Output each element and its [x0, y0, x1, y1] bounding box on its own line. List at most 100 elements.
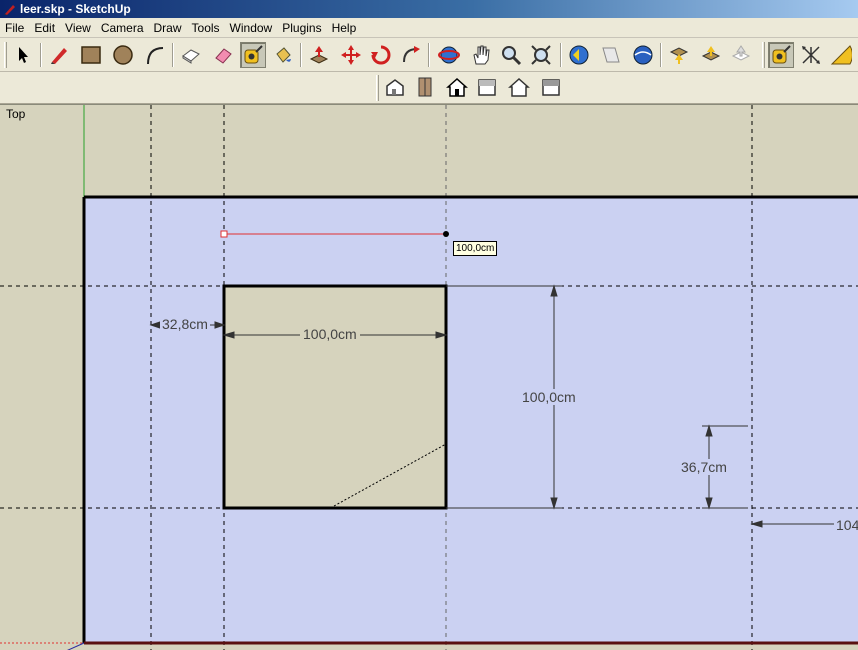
select-tool-button[interactable] [10, 42, 36, 68]
paint-bucket-icon [276, 47, 291, 63]
previous-view-button[interactable] [566, 42, 592, 68]
pencil-icon [51, 48, 67, 64]
drawing-viewport[interactable]: Top 100,0cm 32,8cm 100,0cm 100,0cm 36,7c… [0, 104, 858, 650]
dimension-tool-button[interactable] [798, 42, 824, 68]
next-view-button[interactable] [598, 42, 624, 68]
previous-view-icon [569, 45, 589, 65]
make-component-button[interactable] [178, 42, 204, 68]
toolbar-separator [40, 43, 42, 67]
iso-view-icon [386, 79, 404, 96]
front-view-icon [446, 77, 468, 97]
menu-tools[interactable]: Tools [187, 18, 225, 38]
rectangle-icon [81, 46, 101, 64]
push-pull-tool-button[interactable] [306, 42, 332, 68]
tape-measure-icon [244, 45, 263, 64]
share-model-button[interactable] [698, 42, 724, 68]
model-scene[interactable] [0, 105, 858, 650]
follow-me-icon [403, 46, 420, 63]
tape-measure-small-icon [772, 45, 791, 64]
title-bar: leer.skp - SketchUp [0, 0, 858, 18]
zoom-icon [502, 46, 522, 66]
menu-view[interactable]: View [60, 18, 96, 38]
window-title: leer.skp - SketchUp [20, 2, 131, 16]
menu-plugins[interactable]: Plugins [277, 18, 326, 38]
view-name-label: Top [6, 107, 26, 121]
zoom-tool-button[interactable] [498, 42, 524, 68]
sketchup-app-icon [3, 3, 16, 16]
tape-measure-small-button[interactable] [768, 42, 794, 68]
back-view-icon [508, 77, 530, 97]
front-view-button[interactable] [444, 74, 470, 100]
circle-tool-button[interactable] [110, 42, 136, 68]
get-models-button[interactable] [666, 42, 692, 68]
menu-file[interactable]: File [0, 18, 29, 38]
iso-view-button[interactable] [382, 74, 408, 100]
paint-bucket-tool-button[interactable] [270, 42, 296, 68]
top-view-icon [418, 77, 432, 97]
main-toolbar [0, 38, 858, 72]
next-view-icon [602, 47, 620, 63]
move-icon [341, 45, 361, 65]
share-component-icon [731, 45, 751, 61]
3d-warehouse-button[interactable] [630, 42, 656, 68]
measure-tooltip: 100,0cm [453, 241, 498, 256]
toolbar-grip[interactable] [376, 75, 379, 101]
views-toolbar [0, 72, 858, 104]
dimension-height-label: 100,0cm [520, 389, 578, 405]
zoom-extents-icon [531, 45, 551, 65]
toolbar-separator [300, 43, 302, 67]
square-hole-face[interactable] [224, 286, 446, 508]
arc-icon [147, 47, 164, 65]
pencil-tool-button[interactable] [46, 42, 72, 68]
measure-end-point [443, 231, 449, 237]
rotate-icon [371, 45, 391, 65]
right-view-icon [478, 79, 496, 96]
top-view-button[interactable] [412, 74, 438, 100]
back-view-button[interactable] [506, 74, 532, 100]
menu-draw[interactable]: Draw [149, 18, 187, 38]
orbit-tool-button[interactable] [436, 42, 462, 68]
arc-tool-button[interactable] [142, 42, 168, 68]
3d-warehouse-icon [633, 45, 653, 65]
toolbar-grip[interactable] [4, 42, 7, 68]
dimension-left-label: 32,8cm [160, 316, 210, 332]
dimension-small-height-label: 36,7cm [679, 459, 729, 475]
right-view-button[interactable] [474, 74, 500, 100]
protractor-tool-button[interactable] [828, 42, 854, 68]
protractor-icon [830, 45, 852, 65]
blue-axis [67, 642, 85, 650]
eraser-tool-button[interactable] [210, 42, 236, 68]
eraser-icon [215, 48, 232, 64]
menu-window[interactable]: Window [225, 18, 278, 38]
blue-face[interactable] [84, 197, 858, 643]
rectangle-tool-button[interactable] [78, 42, 104, 68]
move-tool-button[interactable] [338, 42, 364, 68]
menu-help[interactable]: Help [327, 18, 362, 38]
toolbar-separator [172, 43, 174, 67]
rotate-tool-button[interactable] [368, 42, 394, 68]
get-models-icon [669, 47, 689, 64]
tape-measure-tool-button[interactable] [240, 42, 266, 68]
toolbar-separator [660, 43, 662, 67]
menu-edit[interactable]: Edit [29, 18, 60, 38]
circle-icon [113, 45, 133, 65]
select-icon [19, 47, 28, 63]
zoom-extents-tool-button[interactable] [528, 42, 554, 68]
menu-bar: File Edit View Camera Draw Tools Window … [0, 18, 858, 38]
make-component-icon [182, 49, 200, 64]
toolbar-grip[interactable] [762, 42, 765, 68]
dimension-right-label: 104 [834, 517, 858, 533]
toolbar-separator [560, 43, 562, 67]
pan-tool-button[interactable] [468, 42, 494, 68]
share-component-button[interactable] [728, 42, 754, 68]
dimension-width-label: 100,0cm [300, 326, 360, 342]
left-view-button[interactable] [538, 74, 564, 100]
follow-me-tool-button[interactable] [398, 42, 424, 68]
orbit-icon [438, 46, 460, 64]
dimension-icon [802, 46, 820, 64]
push-pull-icon [309, 46, 329, 64]
toolbar-separator [428, 43, 430, 67]
share-model-icon [701, 46, 721, 61]
measure-start-point [220, 230, 228, 238]
menu-camera[interactable]: Camera [96, 18, 149, 38]
